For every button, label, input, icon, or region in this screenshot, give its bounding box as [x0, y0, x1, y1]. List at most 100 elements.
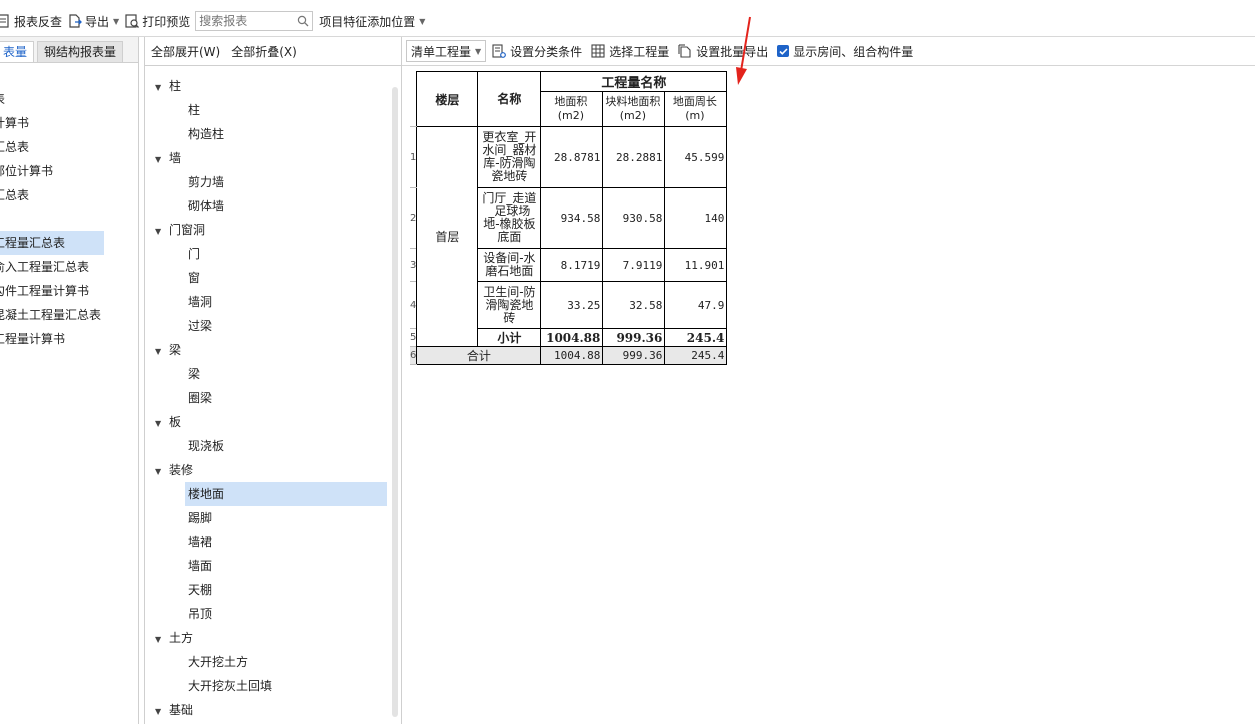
tree-item[interactable]: 墙裙	[145, 530, 389, 554]
tree-item[interactable]: 过梁	[145, 314, 389, 338]
row-number: 3	[410, 248, 417, 282]
row-number: 6	[410, 346, 417, 365]
tree-item[interactable]: 大开挖灰土回填	[145, 674, 389, 698]
row-value: 140	[664, 187, 728, 249]
tree-scrollbar[interactable]	[392, 87, 398, 717]
tab-steel-report[interactable]: 钢结构报表量	[37, 41, 124, 62]
tab-quantity-report[interactable]: 表量	[0, 41, 35, 62]
tree-group-beam[interactable]: ▼ 梁	[145, 338, 389, 362]
name-header: 名称	[477, 71, 542, 127]
collapse-triangle-icon[interactable]: ▼	[155, 340, 169, 364]
report-list-item[interactable]: 汇总表	[0, 183, 138, 207]
feature-position-label: 项目特征添加位置	[319, 14, 416, 29]
report-toolbar: 清单工程量 ▼ 设置分类条件 选择工程量 设置批量导出 显示房间、组合构件量	[402, 37, 1255, 66]
tree-group-openings[interactable]: ▼ 门窗洞	[145, 218, 389, 242]
row-number: 5	[410, 328, 417, 347]
tree-group-finishing[interactable]: ▼ 装修	[145, 458, 389, 482]
table-grid-icon	[591, 44, 605, 58]
row-value: 934.58	[540, 187, 604, 249]
row-name: 卫生间-防滑陶瓷地砖	[477, 281, 542, 329]
feature-chevron-down-icon: ▼	[419, 16, 426, 26]
report-list-item[interactable]: 工程量计算书	[0, 327, 138, 351]
quantity-type-dropdown[interactable]: 清单工程量 ▼	[406, 40, 487, 62]
row-number-header	[410, 71, 417, 127]
tree-item[interactable]: 剪力墙	[145, 170, 389, 194]
tree-group-wall[interactable]: ▼ 墙	[145, 146, 389, 170]
total-row[interactable]: 6 合计 1004.88 999.36 245.4	[410, 346, 728, 365]
collapse-triangle-icon[interactable]: ▼	[155, 460, 169, 484]
collapse-triangle-icon[interactable]: ▼	[155, 700, 169, 724]
col-header-tile-area: 块料地面积(m2)	[602, 91, 666, 127]
tree-group-foundation[interactable]: ▼ 基础	[145, 698, 389, 722]
tree-item[interactable]: 天棚	[145, 578, 389, 602]
export-button[interactable]: 导出 ▼	[65, 9, 122, 33]
tree-item[interactable]: 墙面	[145, 554, 389, 578]
report-list-item[interactable]: 计算书	[0, 111, 138, 135]
total-value: 245.4	[664, 346, 728, 365]
tree-group-label: 柱	[169, 79, 182, 93]
print-preview-icon	[125, 14, 140, 28]
tree-group-column[interactable]: ▼ 柱	[145, 74, 389, 98]
tree-item[interactable]: 柱	[145, 98, 389, 122]
report-list-item[interactable]: 勾件工程量计算书	[0, 279, 138, 303]
tree-group-earthwork[interactable]: ▼ 土方	[145, 626, 389, 650]
collapse-triangle-icon[interactable]: ▼	[155, 412, 169, 436]
report-search-input[interactable]	[199, 13, 296, 29]
collapse-triangle-icon[interactable]: ▼	[155, 628, 169, 652]
report-list-item[interactable]	[0, 207, 138, 231]
red-annotation-arrow-icon	[736, 16, 751, 85]
report-list-item[interactable]: 表	[0, 87, 138, 111]
tree-item[interactable]: 梁	[145, 362, 389, 386]
tree-group-label: 门窗洞	[169, 223, 206, 237]
checkbox-checked-icon[interactable]	[777, 45, 790, 57]
tree-group-label: 墙	[169, 151, 182, 165]
tree-item[interactable]: 吊顶	[145, 602, 389, 626]
tree-item[interactable]: 构造柱	[145, 122, 389, 146]
table-row[interactable]: 1 首层 更衣室_开水间_器材库-防滑陶瓷地砖 28.8781 28.2881 …	[410, 126, 728, 347]
row-name: 设备间-水磨石地面	[477, 248, 542, 282]
show-rooms-checkbox[interactable]: 显示房间、组合构件量	[777, 43, 913, 60]
component-tree-panel: 全部展开(W) 全部折叠(X) ▼ 柱 柱 构造柱 ▼ 墙 剪力墙 砌体墙 ▼ 门窗洞…	[144, 37, 402, 724]
collapse-triangle-icon[interactable]: ▼	[155, 148, 169, 172]
total-label: 合计	[416, 346, 542, 365]
export-icon	[69, 14, 82, 28]
select-quantity-button[interactable]: 选择工程量	[591, 43, 669, 60]
search-icon[interactable]	[297, 15, 309, 27]
print-preview-button[interactable]: 打印预览	[122, 9, 193, 33]
tree-item-selected[interactable]: 楼地面	[185, 482, 387, 506]
report-view: 清单工程量 ▼ 设置分类条件 选择工程量 设置批量导出 显示房间、组合构件量 楼…	[402, 37, 1255, 724]
tree-group-label: 梁	[169, 343, 182, 357]
subtotal-value: 1004.88	[540, 328, 604, 347]
set-category-button[interactable]: 设置分类条件	[492, 43, 582, 60]
collapse-triangle-icon[interactable]: ▼	[155, 76, 169, 100]
subtotal-label: 小计	[477, 328, 542, 347]
tree-item[interactable]: 门	[145, 242, 389, 266]
row-name: 更衣室_开水间_器材库-防滑陶瓷地砖	[477, 126, 542, 188]
print-preview-label: 打印预览	[142, 14, 191, 29]
collapse-all-button[interactable]: 全部折叠(X)	[231, 43, 297, 60]
feature-position-dropdown[interactable]: 项目特征添加位置 ▼	[316, 9, 428, 33]
report-list-item[interactable]: 汇总表	[0, 135, 138, 159]
tree-item[interactable]: 大开挖土方	[145, 650, 389, 674]
tree-item[interactable]: 现浇板	[145, 434, 389, 458]
subtotal-value: 245.4	[664, 328, 728, 347]
report-list-item[interactable]: 昆凝土工程量汇总表	[0, 303, 138, 327]
report-review-button[interactable]: 报表反查	[0, 9, 65, 33]
report-category-panel: 表量 钢结构报表量 表 计算书 汇总表 部位计算书 汇总表 工程量汇总表 俞入工…	[0, 37, 139, 724]
row-name: 门厅_走道_足球场地-橡胶板底面	[477, 187, 542, 249]
export-chevron-down-icon[interactable]: ▼	[113, 17, 119, 26]
row-value: 32.58	[602, 281, 666, 329]
report-list-item[interactable]: 部位计算书	[0, 159, 138, 183]
row-value: 33.25	[540, 281, 604, 329]
expand-all-button[interactable]: 全部展开(W)	[151, 43, 220, 60]
tree-item[interactable]: 踢脚	[145, 506, 389, 530]
report-list-item-selected[interactable]: 工程量汇总表	[0, 231, 104, 255]
report-list-item[interactable]: 俞入工程量汇总表	[0, 255, 138, 279]
collapse-triangle-icon[interactable]: ▼	[155, 220, 169, 244]
row-value: 8.1719	[540, 248, 604, 282]
tree-group-slab[interactable]: ▼ 板	[145, 410, 389, 434]
tree-item[interactable]: 墙洞	[145, 290, 389, 314]
tree-item[interactable]: 圈梁	[145, 386, 389, 410]
tree-item[interactable]: 窗	[145, 266, 389, 290]
tree-item[interactable]: 砌体墙	[145, 194, 389, 218]
